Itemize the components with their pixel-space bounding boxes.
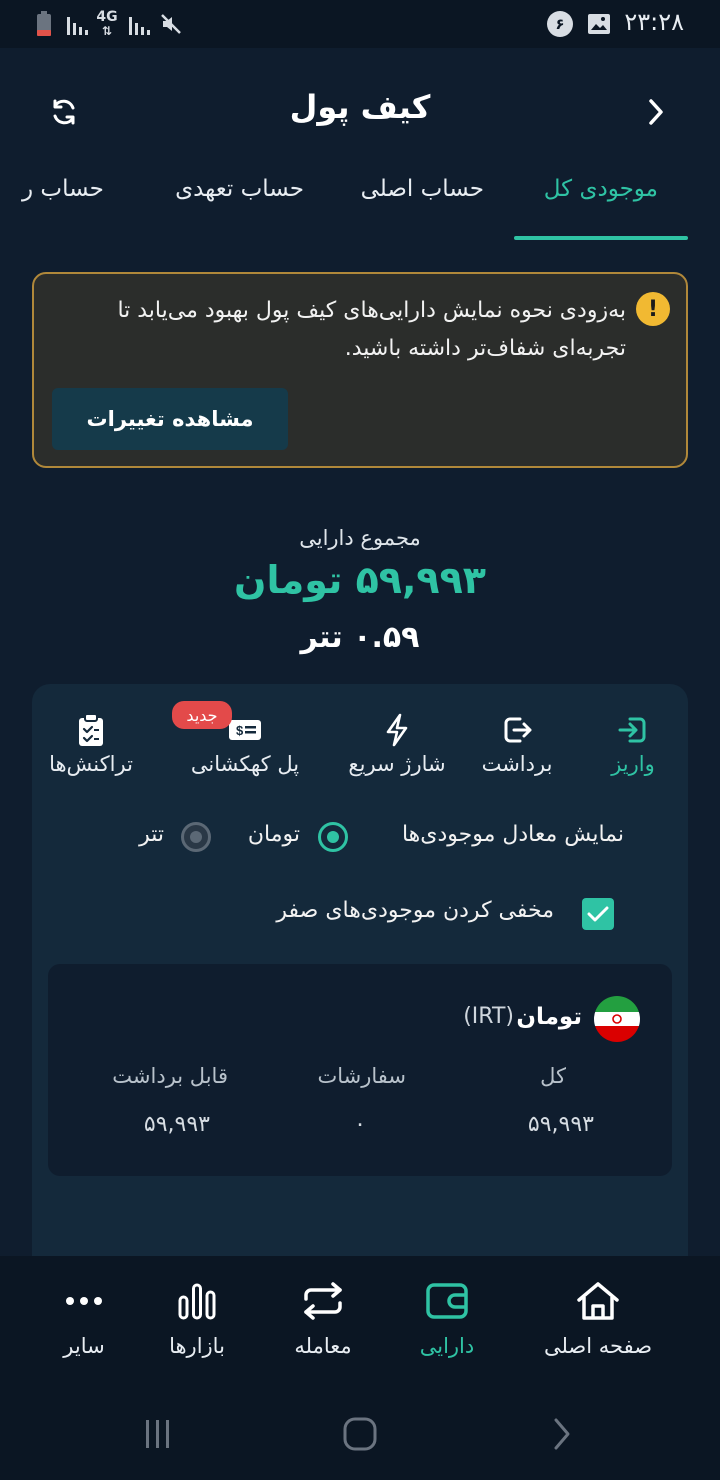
tether-radio[interactable] bbox=[181, 822, 211, 852]
deposit-icon bbox=[568, 712, 698, 748]
notice-box: ! به‌زودی نحوه نمایش دارایی‌های کیف پول … bbox=[32, 272, 688, 468]
nav-home-label: صفحه اصلی bbox=[543, 1334, 653, 1358]
deposit-label: واریز bbox=[611, 752, 655, 776]
deposit-button[interactable]: واریز bbox=[568, 712, 698, 776]
notification-count-icon: ۶ bbox=[546, 10, 574, 38]
home-system-icon bbox=[343, 1417, 377, 1451]
home-system-button[interactable] bbox=[338, 1412, 382, 1456]
signal-icon bbox=[64, 10, 92, 38]
tab-main-account[interactable]: حساب اصلی bbox=[361, 176, 484, 202]
tab-active-indicator bbox=[514, 236, 688, 240]
asset-code: (IRT) bbox=[463, 1004, 514, 1029]
tab-margin-account[interactable]: حساب تعهدی bbox=[175, 176, 304, 202]
quick-charge-button[interactable]: شارژ سریع bbox=[332, 712, 462, 776]
recent-apps-icon bbox=[146, 1420, 169, 1448]
tether-radio-label[interactable]: تتر bbox=[139, 822, 164, 847]
warning-icon: ! bbox=[636, 292, 670, 326]
check-icon bbox=[587, 906, 609, 922]
toman-radio-label[interactable]: تومان bbox=[248, 822, 300, 847]
withdrawable-value: ۵۹,۹۹۳ bbox=[143, 1112, 210, 1137]
home-icon bbox=[518, 1280, 678, 1322]
page-title: کیف پول bbox=[289, 88, 431, 126]
nav-more[interactable]: سایر bbox=[4, 1280, 164, 1358]
total-assets-tether: ۰.۵۹ تتر bbox=[300, 620, 420, 655]
orders-column-label: سفارشات bbox=[317, 1064, 406, 1088]
battery-icon bbox=[34, 10, 54, 38]
status-time: ۲۳:۲۸ bbox=[624, 8, 684, 36]
back-system-icon bbox=[554, 1418, 570, 1450]
orders-value: ۰ bbox=[354, 1112, 366, 1137]
iran-flag-icon bbox=[594, 996, 640, 1042]
network-4g-icon: 4G ⇅ bbox=[96, 9, 118, 38]
hide-zero-label[interactable]: مخفی کردن موجودی‌های صفر bbox=[276, 898, 554, 923]
hide-zero-checkbox[interactable] bbox=[582, 898, 614, 930]
nav-more-label: سایر bbox=[63, 1334, 105, 1358]
quick-charge-label: شارژ سریع bbox=[348, 752, 446, 776]
mute-icon bbox=[158, 10, 184, 38]
total-value: ۵۹,۹۹۳ bbox=[527, 1112, 594, 1137]
refresh-icon bbox=[53, 99, 75, 125]
back-system-button[interactable] bbox=[540, 1412, 584, 1456]
toman-radio[interactable] bbox=[318, 822, 348, 852]
clipboard-icon bbox=[26, 712, 156, 748]
more-icon bbox=[4, 1280, 164, 1322]
view-changes-button[interactable]: مشاهده تغییرات bbox=[52, 388, 288, 450]
tab-total-balance[interactable]: موجودی کل bbox=[544, 176, 658, 202]
recent-apps-button[interactable] bbox=[136, 1412, 180, 1456]
withdrawable-column-label: قابل برداشت bbox=[112, 1064, 228, 1088]
transactions-button[interactable]: تراکنش‌ها bbox=[26, 712, 156, 776]
total-assets-label: مجموع دارایی bbox=[299, 526, 421, 550]
refresh-button[interactable] bbox=[44, 90, 84, 134]
total-assets-toman: ۵۹,۹۹۳ تومان bbox=[234, 558, 486, 602]
lightning-icon bbox=[332, 712, 462, 748]
withdraw-button[interactable]: برداشت bbox=[452, 712, 582, 776]
withdraw-icon bbox=[452, 712, 582, 748]
nav-home[interactable]: صفحه اصلی bbox=[518, 1280, 678, 1358]
tab-partial-account[interactable]: حساب ر bbox=[22, 176, 104, 202]
gallery-icon bbox=[586, 10, 612, 38]
galaxy-bridge-label: پل کهکشانی bbox=[190, 752, 300, 776]
signal-icon-2 bbox=[126, 10, 154, 38]
withdraw-label: برداشت bbox=[481, 752, 553, 776]
total-column-label: کل bbox=[540, 1064, 566, 1088]
new-badge: جدید bbox=[172, 701, 232, 729]
transactions-label: تراکنش‌ها bbox=[49, 752, 133, 776]
svg-text:$: $ bbox=[236, 723, 244, 738]
notice-text: به‌زودی نحوه نمایش دارایی‌های کیف پول به… bbox=[117, 298, 626, 361]
asset-name: تومان bbox=[516, 1004, 582, 1030]
display-equivalent-label: نمایش معادل موجودی‌ها bbox=[401, 822, 624, 847]
